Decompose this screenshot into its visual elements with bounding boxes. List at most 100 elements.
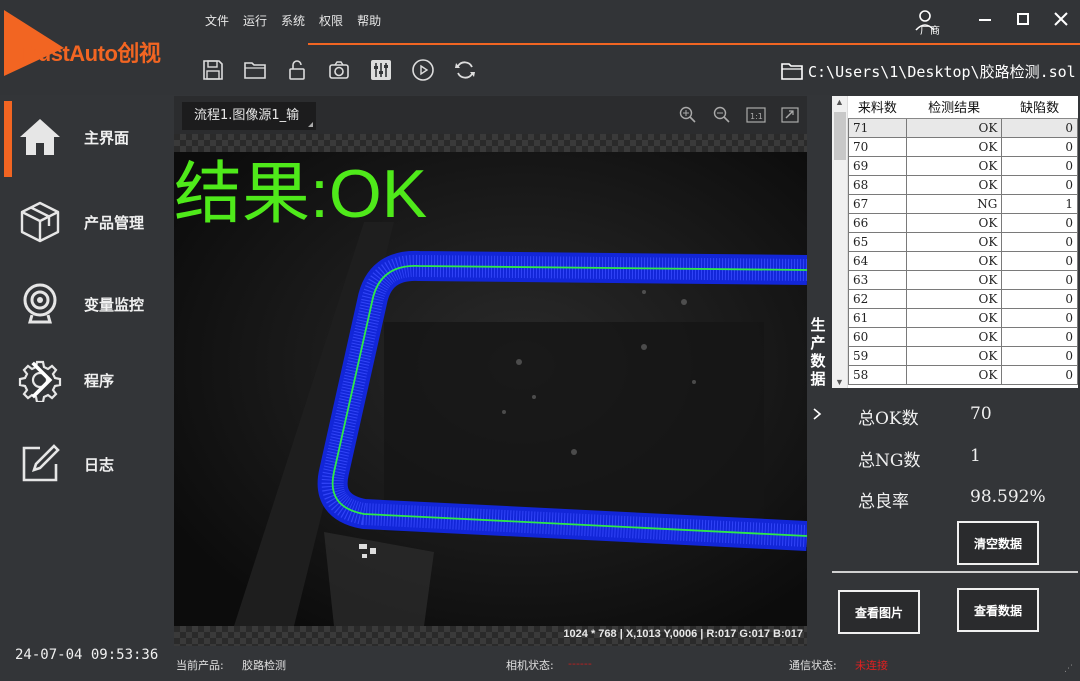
view-data-button[interactable]: 查看数据 — [957, 588, 1039, 632]
stat-label: 总OK数 — [858, 409, 919, 429]
zoom-out-icon[interactable] — [711, 104, 733, 126]
table-cell: 0 — [1001, 136, 1078, 157]
webcam-icon — [23, 283, 57, 324]
production-table: ▲ ▼ 来料数 检测结果 缺陷数 71 OK 0 70 OK 0 69 OK 0 68 OK 0 67 N… — [832, 96, 1078, 388]
table-cell: OK — [905, 326, 1003, 347]
comm-status-value: 未连接 — [855, 659, 888, 672]
table-row[interactable]: 70 OK 0 — [848, 136, 1078, 157]
menu-bar: 文件 运行 系统 权限 帮助 — [205, 12, 381, 29]
column-header[interactable]: 缺陷数 — [1001, 96, 1078, 119]
current-product-label: 当前产品: — [176, 659, 224, 672]
view-tools: 1:1 — [677, 104, 801, 126]
scroll-up-icon[interactable]: ▲ — [835, 97, 844, 107]
image-source-tab[interactable]: 流程1.图像源1_输 — [182, 102, 316, 130]
table-cell: 0 — [1001, 155, 1078, 176]
checker-strip-top — [174, 134, 807, 152]
chevron-right-icon[interactable] — [18, 358, 62, 402]
fit-icon[interactable] — [779, 104, 801, 126]
table-cell: 66 — [848, 212, 907, 233]
lock-icon[interactable] — [284, 56, 310, 84]
table-cell: 68 — [848, 174, 907, 195]
open-folder-icon[interactable] — [242, 56, 268, 84]
svg-text:1:1: 1:1 — [750, 112, 763, 121]
menu-run[interactable]: 运行 — [243, 12, 267, 29]
sidebar-item-program[interactable]: 程序 — [0, 345, 172, 415]
menu-file[interactable]: 文件 — [205, 12, 229, 29]
table-row[interactable]: 63 OK 0 — [848, 269, 1078, 290]
actual-size-icon[interactable]: 1:1 — [745, 104, 767, 126]
file-path: C:\Users\1\Desktop\胶路检测.sol — [780, 60, 1076, 82]
save-icon[interactable] — [200, 56, 226, 84]
logo-text: TrustAuto创视 — [18, 41, 161, 66]
column-header[interactable]: 来料数 — [848, 96, 907, 119]
sidebar-item-product[interactable]: 产品管理 — [0, 187, 172, 257]
table-row[interactable]: 61 OK 0 — [848, 307, 1078, 328]
table-row[interactable]: 67 NG 1 — [848, 193, 1078, 214]
column-header[interactable]: 检测结果 — [906, 96, 1002, 119]
table-cell: OK — [905, 117, 1003, 138]
table-cell: 0 — [1001, 307, 1078, 328]
sidebar-item-log[interactable]: 日志 — [0, 429, 172, 499]
table-row[interactable]: 69 OK 0 — [848, 155, 1078, 176]
play-icon[interactable] — [410, 56, 436, 84]
table-scrollbar[interactable]: ▲ ▼ — [832, 96, 848, 388]
sidebar-item-label: 产品管理 — [84, 213, 145, 232]
table-row[interactable]: 66 OK 0 — [848, 212, 1078, 233]
scroll-down-icon[interactable]: ▼ — [835, 377, 844, 387]
resize-grip-icon[interactable]: ⋰ — [1064, 664, 1073, 674]
menu-system[interactable]: 系统 — [281, 12, 305, 29]
table-cell: OK — [905, 174, 1003, 195]
refresh-icon[interactable] — [452, 56, 478, 84]
camera-status-value: ------ — [568, 657, 592, 670]
stat-label: 总NG数 — [858, 451, 921, 471]
sidebar-item-label: 主界面 — [84, 128, 130, 147]
table-row[interactable]: 60 OK 0 — [848, 326, 1078, 347]
table-row[interactable]: 68 OK 0 — [848, 174, 1078, 195]
table-cell: 64 — [848, 250, 907, 271]
table-cell: OK — [905, 307, 1003, 328]
table-row[interactable]: 58 OK 0 — [848, 364, 1078, 385]
table-cell: 61 — [848, 307, 907, 328]
close-icon[interactable] — [1052, 10, 1070, 28]
edit-icon — [22, 444, 60, 482]
table-cell: NG — [905, 193, 1003, 214]
table-row[interactable]: 65 OK 0 — [848, 231, 1078, 252]
table-cell: OK — [905, 231, 1003, 252]
camera-image[interactable]: 结果:OK — [174, 152, 807, 626]
user-icon[interactable]: 厂商 — [914, 8, 940, 37]
chevron-right-icon[interactable] — [812, 406, 822, 425]
table-cell: 0 — [1001, 117, 1078, 138]
camera-status-label: 相机状态: — [506, 659, 554, 672]
data-table: 来料数 检测结果 缺陷数 71 OK 0 70 OK 0 69 OK 0 68 OK 0 67 NG 1 66… — [848, 96, 1078, 385]
divider — [832, 571, 1078, 573]
sidebar-item-label: 程序 — [84, 371, 115, 390]
menu-help[interactable]: 帮助 — [357, 12, 381, 29]
zoom-in-icon[interactable] — [677, 104, 699, 126]
datetime: 24-07-04 09:53:36 — [15, 647, 159, 663]
table-row[interactable]: 64 OK 0 — [848, 250, 1078, 271]
sidebar-item-variable-monitor[interactable]: 变量监控 — [0, 269, 172, 339]
table-cell: OK — [905, 212, 1003, 233]
maximize-icon[interactable] — [1014, 10, 1032, 28]
table-row[interactable]: 71 OK 0 — [848, 117, 1078, 138]
app-window: TrustAuto创视 文件 运行 系统 权限 帮助 厂商 C:\Users\1… — [0, 0, 1080, 681]
table-row[interactable]: 59 OK 0 — [848, 345, 1078, 366]
minimize-icon[interactable] — [976, 10, 994, 28]
scrollbar-thumb[interactable] — [834, 112, 846, 160]
stat-label: 总良率 — [858, 492, 909, 512]
settings-sliders-icon[interactable] — [368, 56, 394, 84]
table-cell: OK — [905, 364, 1003, 385]
table-cell: 63 — [848, 269, 907, 290]
table-cell: 0 — [1001, 174, 1078, 195]
sidebar-item-label: 变量监控 — [84, 295, 145, 314]
table-cell: 0 — [1001, 231, 1078, 252]
camera-icon[interactable] — [326, 56, 352, 84]
sidebar-item-label: 日志 — [84, 455, 115, 474]
clear-data-button[interactable]: 清空数据 — [957, 521, 1039, 565]
sidebar-item-home[interactable]: 主界面 — [0, 97, 172, 177]
toolbar — [200, 56, 478, 84]
table-row[interactable]: 62 OK 0 — [848, 288, 1078, 309]
table-cell: 60 — [848, 326, 907, 347]
menu-permission[interactable]: 权限 — [319, 12, 343, 29]
view-images-button[interactable]: 查看图片 — [838, 590, 920, 634]
